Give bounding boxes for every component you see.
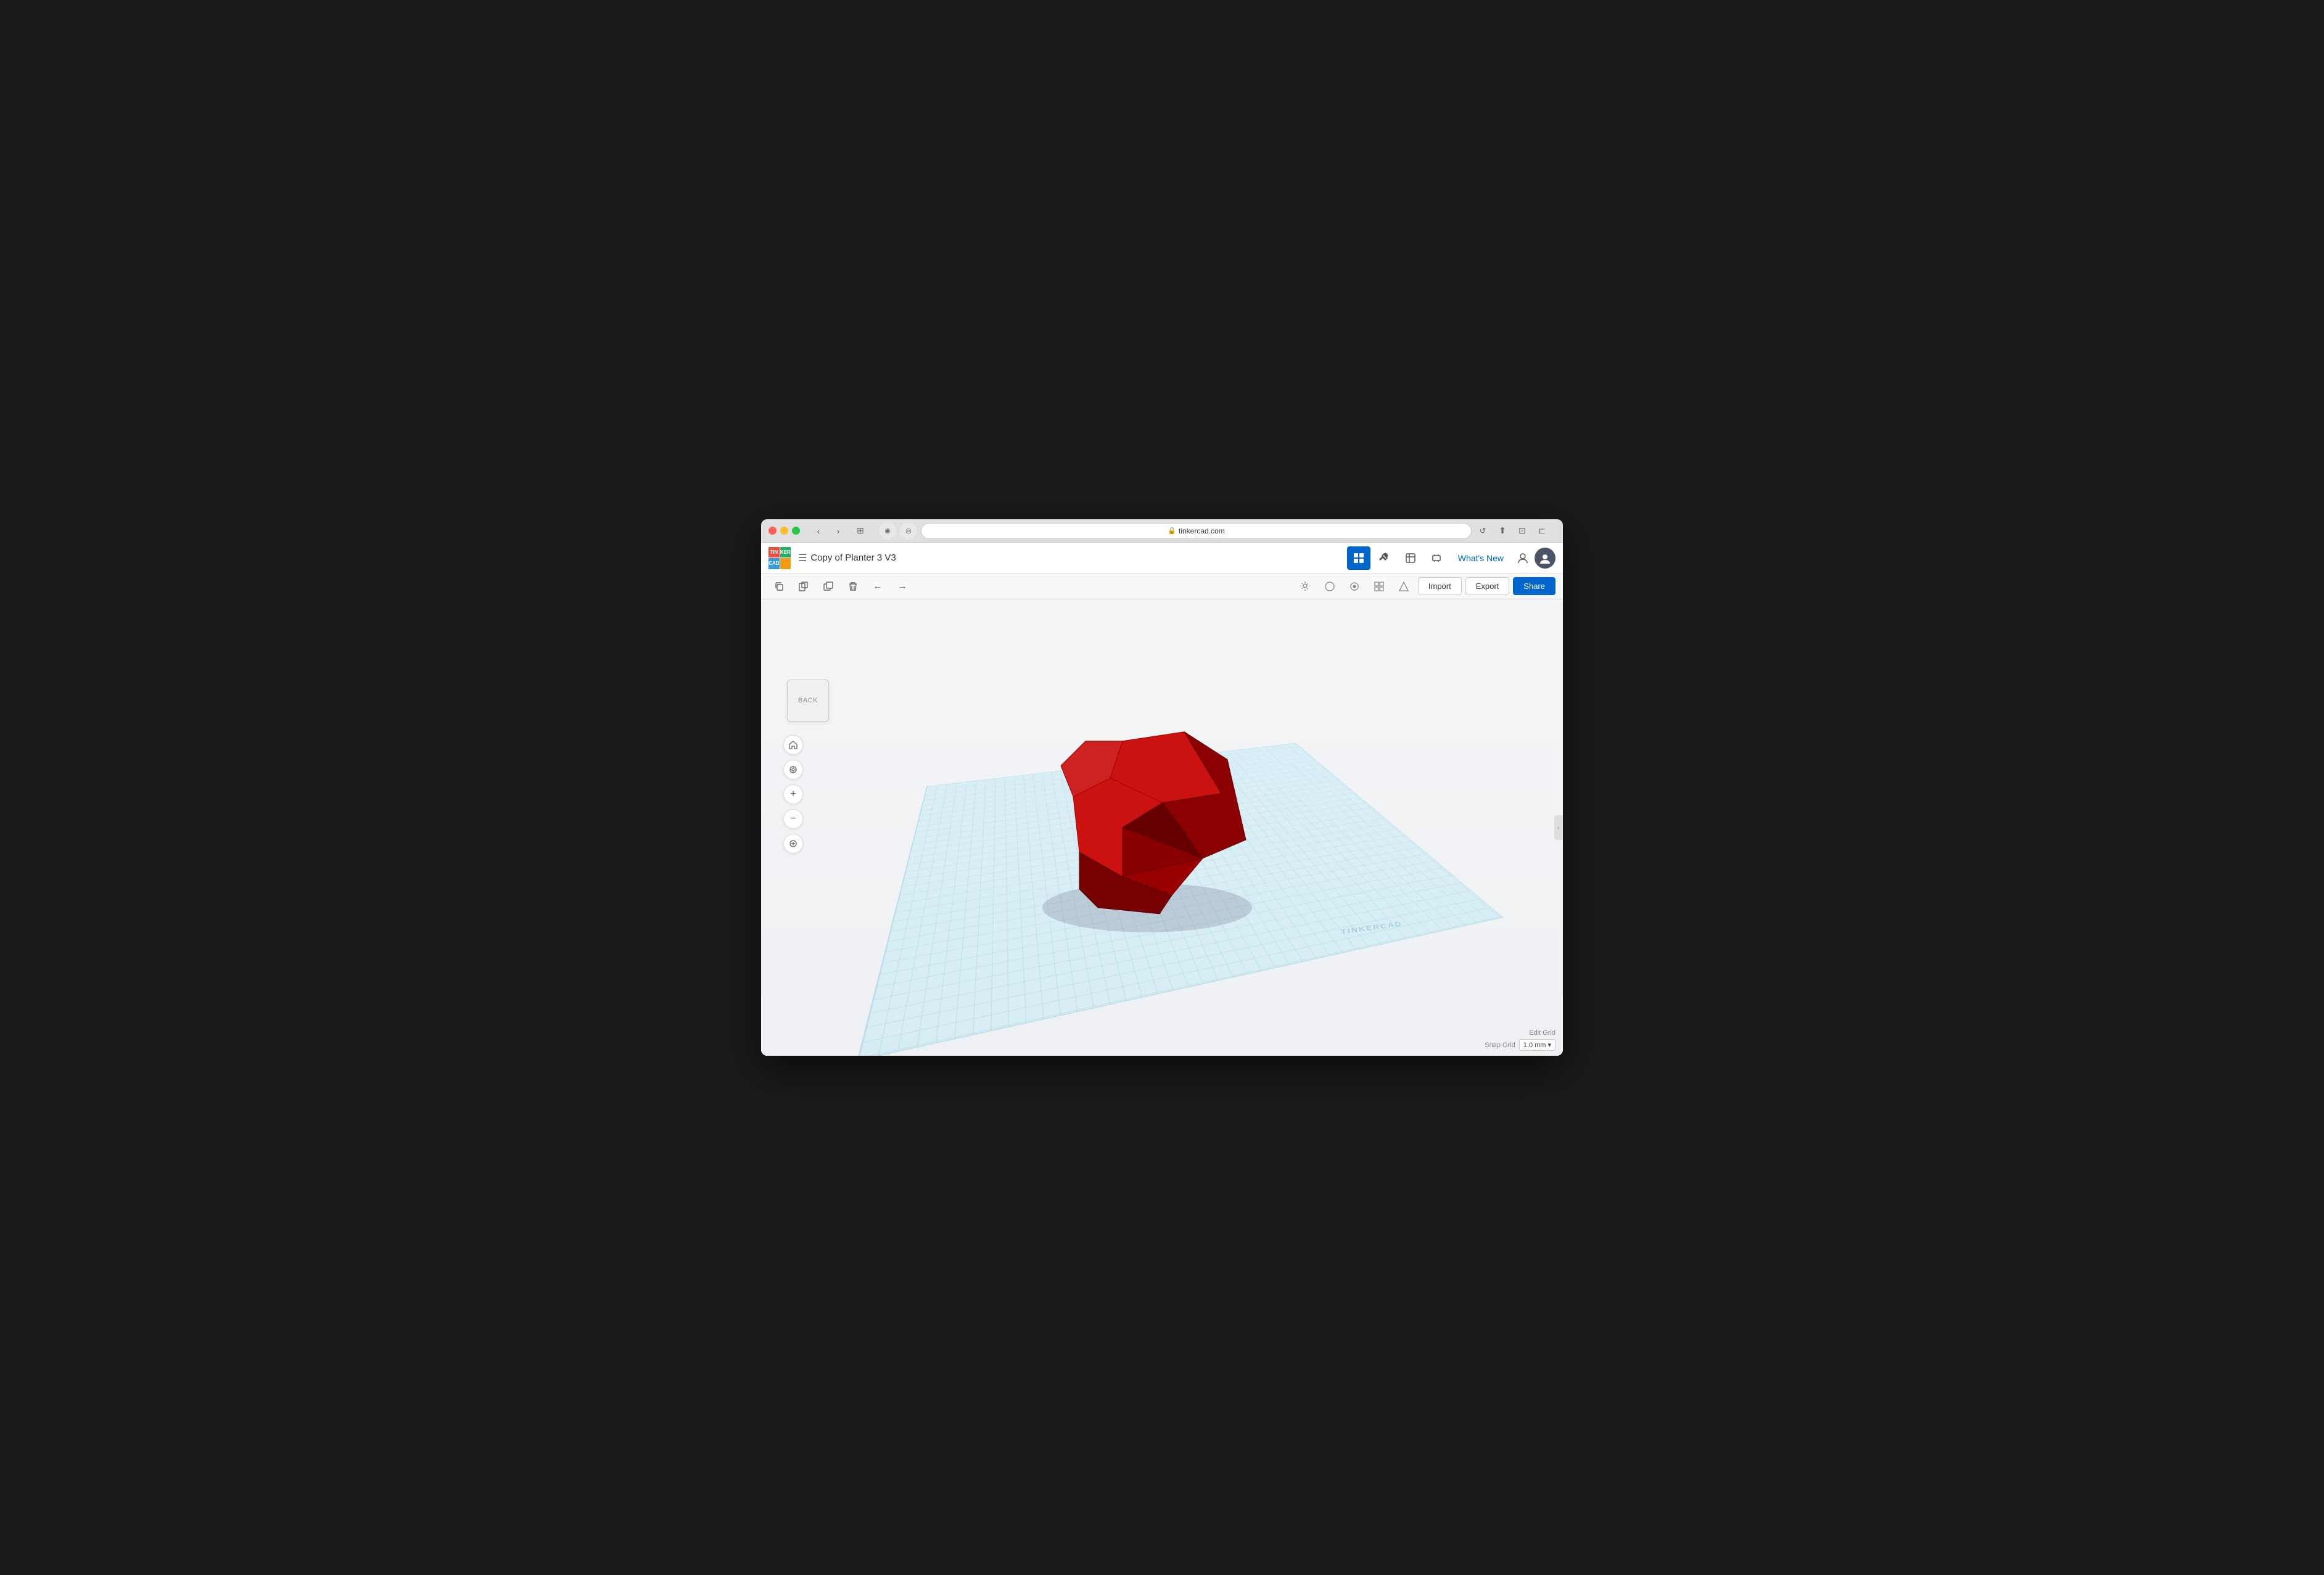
logo-tin: TIN: [768, 547, 780, 558]
extension-icon2: ◎: [900, 522, 917, 540]
back-nav-button[interactable]: ‹: [810, 524, 827, 538]
share-button[interactable]: Share: [1513, 577, 1556, 595]
app-container: TIN KER CAD ☰ Copy of Planter 3 V3: [761, 543, 1563, 1056]
back-cube[interactable]: BACK: [787, 680, 829, 722]
snap-grid-value: 1.0 mm: [1523, 1042, 1546, 1049]
tools-button[interactable]: [1373, 546, 1396, 570]
whats-new-button[interactable]: What's New: [1451, 549, 1511, 567]
rotate-view-button[interactable]: [783, 760, 803, 779]
duplicate-button[interactable]: [818, 576, 839, 597]
top-toolbar: TIN KER CAD ☰ Copy of Planter 3 V3: [761, 543, 1563, 574]
shape-tool-4[interactable]: [1393, 576, 1414, 597]
browser-window: ‹ › ⊞ ◉ ◎ 🔒 tinkercad.com ↺ ⬆ ⊡ ⊏ TIN: [761, 519, 1563, 1056]
design-title[interactable]: Copy of Planter 3 V3: [810, 553, 896, 563]
new-tab-button[interactable]: ⊡: [1514, 524, 1531, 538]
shape-tool-1[interactable]: [1319, 576, 1340, 597]
reload-button[interactable]: ↺: [1475, 524, 1490, 538]
browser-titlebar: ‹ › ⊞ ◉ ◎ 🔒 tinkercad.com ↺ ⬆ ⊡ ⊏: [761, 519, 1563, 543]
circuit-button[interactable]: [1425, 546, 1448, 570]
user-icon-area[interactable]: [1514, 548, 1556, 569]
shape-tool-3[interactable]: [1369, 576, 1390, 597]
snap-grid-label: Snap Grid: [1485, 1042, 1515, 1049]
fullscreen-button[interactable]: ⊏: [1533, 524, 1551, 538]
maximize-button[interactable]: [792, 527, 800, 535]
tinkercad-logo[interactable]: TIN KER CAD: [768, 547, 791, 569]
share-browser-button[interactable]: ⬆: [1494, 524, 1511, 538]
light-tool-button[interactable]: [1295, 576, 1316, 597]
right-tools: Import Export Share: [1295, 576, 1556, 597]
zoom-in-button[interactable]: +: [783, 784, 803, 804]
logo-cad: CAD: [768, 558, 780, 569]
back-label: BACK: [798, 697, 818, 704]
design-name-area: ☰ Copy of Planter 3 V3: [798, 552, 1342, 564]
canvas-3d: BACK +: [761, 599, 1563, 1056]
edit-grid-button[interactable]: Edit Grid: [1529, 1029, 1556, 1037]
export-button[interactable]: Export: [1465, 577, 1510, 595]
snap-dropdown-arrow: ▾: [1547, 1041, 1551, 1049]
3d-object: [999, 704, 1295, 942]
tab-overview-button[interactable]: ⊞: [852, 524, 869, 538]
grid-view-button[interactable]: [1347, 546, 1370, 570]
home-view-button[interactable]: [783, 735, 803, 755]
right-panel-toggle[interactable]: ‹: [1554, 815, 1563, 840]
snap-grid-dropdown[interactable]: 1.0 mm ▾: [1519, 1039, 1556, 1051]
import-button[interactable]: Import: [1418, 577, 1462, 595]
fit-view-button[interactable]: [783, 834, 803, 853]
user-avatar[interactable]: [1535, 548, 1556, 569]
bottom-right-controls: Edit Grid Snap Grid 1.0 mm ▾: [1485, 1029, 1556, 1051]
redo-button[interactable]: →: [892, 576, 913, 597]
shapes-library-button[interactable]: [1399, 546, 1422, 570]
address-bar[interactable]: 🔒 tinkercad.com: [921, 523, 1472, 539]
toolbar-right: What's New: [1347, 546, 1556, 570]
extension-icon1: ◉: [879, 522, 896, 540]
copy-button[interactable]: [768, 576, 789, 597]
design-document-icon: ☰: [798, 552, 807, 564]
main-viewport[interactable]: BACK +: [761, 599, 1563, 1056]
shape-tool-2[interactable]: [1344, 576, 1365, 597]
lock-icon: 🔒: [1168, 527, 1176, 535]
traffic-lights: [768, 527, 800, 535]
browser-nav: ‹ ›: [810, 524, 847, 538]
close-button[interactable]: [768, 527, 777, 535]
undo-button[interactable]: ←: [867, 576, 888, 597]
minimize-button[interactable]: [780, 527, 788, 535]
logo-empty: [780, 558, 791, 569]
url-text: tinkercad.com: [1179, 527, 1225, 535]
snap-grid-row: Snap Grid 1.0 mm ▾: [1485, 1039, 1556, 1051]
logo-ker: KER: [780, 547, 791, 558]
second-toolbar: ← →: [761, 574, 1563, 599]
user-menu-icon: [1514, 549, 1532, 567]
forward-nav-button[interactable]: ›: [830, 524, 847, 538]
zoom-out-button[interactable]: −: [783, 809, 803, 829]
delete-button[interactable]: [843, 576, 863, 597]
paste-button[interactable]: [793, 576, 814, 597]
left-controls: + −: [783, 735, 803, 853]
